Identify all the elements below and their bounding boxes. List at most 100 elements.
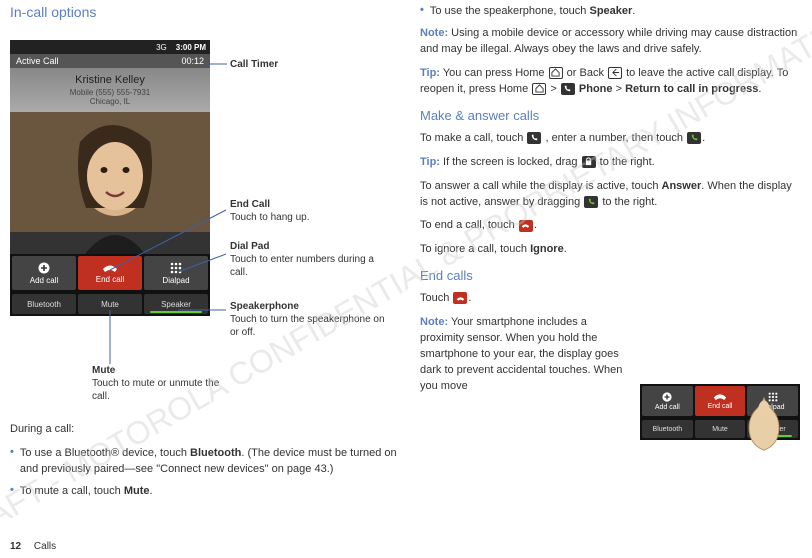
endcalls-dot: . bbox=[468, 292, 471, 304]
mute-text-c: . bbox=[149, 485, 152, 497]
mini-row2: Bluetooth Mute Speaker bbox=[640, 418, 800, 440]
note2-a: Your smartphone includes a proximity sen… bbox=[420, 316, 622, 392]
callout-speaker-desc: Touch to turn the speakerphone on or off… bbox=[230, 313, 390, 339]
status-bar: 3G 3:00 PM bbox=[10, 40, 210, 54]
end-call-label: End call bbox=[96, 275, 124, 284]
tip2b: to the right. bbox=[600, 156, 655, 168]
bullet-bluetooth: • To use a Bluetooth® device, touch Blue… bbox=[10, 446, 400, 478]
end-a: To end a call, touch bbox=[420, 219, 518, 231]
bluetooth-label: Bluetooth bbox=[27, 300, 61, 309]
lock-icon bbox=[582, 156, 596, 168]
hangup-icon bbox=[713, 392, 727, 401]
section-title-incall: In-call options bbox=[10, 4, 400, 20]
sp-text-c: . bbox=[632, 5, 635, 17]
ans-answer: Answer bbox=[662, 180, 702, 192]
tip1a: You can press Home bbox=[440, 67, 548, 79]
during-call-label: During a call: bbox=[10, 422, 400, 438]
note-label: Note: bbox=[420, 27, 448, 39]
bt-text-a: To use a Bluetooth® device, touch bbox=[20, 447, 190, 459]
make-b: , enter a number, then touch bbox=[545, 132, 686, 144]
mute-text-b: Mute bbox=[124, 485, 150, 497]
call-buttons-row1: Add call End call Dialpad bbox=[10, 254, 210, 292]
mute-button[interactable]: Mute bbox=[78, 294, 142, 314]
mini-phone-mockup: Add call End call Dialpad Bluetooth Mute… bbox=[640, 384, 800, 440]
page-footer: 12 Calls bbox=[10, 541, 56, 552]
endcalls-touch: Touch bbox=[420, 292, 452, 304]
note-body: Using a mobile device or accessory while… bbox=[420, 27, 797, 55]
bullet-dot: • bbox=[420, 4, 424, 20]
back-icon bbox=[608, 67, 622, 79]
mini-end-call-label: End call bbox=[708, 403, 733, 410]
dialpad-icon bbox=[768, 392, 778, 402]
bullet-dot: • bbox=[10, 446, 14, 478]
call-timer: 00:12 bbox=[181, 56, 204, 66]
ign-c: . bbox=[564, 243, 567, 255]
mini-mute-label: Mute bbox=[712, 426, 728, 433]
bt-text-b: Bluetooth bbox=[190, 447, 241, 459]
mini-bluetooth-button[interactable]: Bluetooth bbox=[642, 420, 693, 438]
end-icon bbox=[519, 220, 533, 232]
end-b: . bbox=[534, 219, 537, 231]
callout-dialpad-label: Dial Pad bbox=[230, 240, 390, 253]
tip1-phone: Phone bbox=[579, 83, 613, 95]
end-icon bbox=[453, 292, 467, 304]
tip2a: If the screen is locked, drag bbox=[440, 156, 581, 168]
ans-c: to the right. bbox=[602, 196, 657, 208]
bullet-speaker: • To use the speakerphone, touch Speaker… bbox=[420, 4, 800, 20]
plus-icon bbox=[662, 392, 672, 402]
callout-mute-desc: Touch to mute or unmute the call. bbox=[92, 377, 222, 403]
phone-mockup: 3G 3:00 PM Active Call 00:12 Kristine Ke… bbox=[10, 40, 210, 316]
bluetooth-button[interactable]: Bluetooth bbox=[12, 294, 76, 314]
call-buttons-row2: Bluetooth Mute Speaker bbox=[10, 292, 210, 316]
mini-row1: Add call End call Dialpad bbox=[640, 384, 800, 418]
contact-photo bbox=[10, 112, 210, 254]
mini-speaker-label: Speaker bbox=[760, 426, 786, 433]
sp-text-b: Speaker bbox=[589, 5, 632, 17]
plus-icon bbox=[38, 262, 50, 274]
active-call-bar: Active Call 00:12 bbox=[10, 54, 210, 68]
contact-number: Mobile (555) 555-7931 bbox=[10, 88, 210, 97]
contact-city: Chicago, IL bbox=[10, 97, 210, 106]
mini-bluetooth-label: Bluetooth bbox=[653, 426, 683, 433]
contact-card: Kristine Kelley Mobile (555) 555-7931 Ch… bbox=[10, 68, 210, 112]
tip-label: Tip: bbox=[420, 67, 440, 79]
footer-section: Calls bbox=[34, 541, 56, 552]
mute-label: Mute bbox=[101, 300, 119, 309]
mini-speaker-button[interactable]: Speaker bbox=[747, 420, 798, 438]
hangup-icon bbox=[102, 263, 118, 273]
dialpad-button[interactable]: Dialpad bbox=[144, 256, 208, 290]
mini-add-call-button[interactable]: Add call bbox=[642, 386, 693, 416]
ign-a: To ignore a call, touch bbox=[420, 243, 530, 255]
callout-timer-label: Call Timer bbox=[230, 58, 278, 71]
mute-text-a: To mute a call, touch bbox=[20, 485, 124, 497]
tip1-return: Return to call in progress bbox=[625, 83, 758, 95]
speaker-label: Speaker bbox=[161, 300, 191, 309]
mini-end-call-button[interactable]: End call bbox=[695, 386, 746, 416]
ans-a: To answer a call while the display is ac… bbox=[420, 180, 662, 192]
speaker-button[interactable]: Speaker bbox=[144, 294, 208, 314]
mini-dialpad-label: Dialpad bbox=[761, 404, 785, 411]
tip1d: > bbox=[550, 83, 559, 95]
add-call-label: Add call bbox=[30, 276, 58, 285]
status-time: 3:00 PM bbox=[176, 43, 206, 52]
callout-endcall-label: End Call bbox=[230, 198, 390, 211]
mini-mute-button[interactable]: Mute bbox=[695, 420, 746, 438]
active-call-label: Active Call bbox=[16, 56, 59, 66]
sp-text-a: To use the speakerphone, touch bbox=[430, 5, 590, 17]
bullet-mute: • To mute a call, touch Mute. bbox=[10, 484, 400, 500]
contact-name: Kristine Kelley bbox=[10, 74, 210, 86]
note-label: Note: bbox=[420, 316, 448, 328]
home-icon bbox=[549, 67, 563, 79]
bullet-dot: • bbox=[10, 484, 14, 500]
dial-icon bbox=[687, 132, 701, 144]
section-title-make-answer: Make & answer calls bbox=[420, 108, 800, 123]
speaker-indicator bbox=[753, 435, 792, 437]
add-call-button[interactable]: Add call bbox=[12, 256, 76, 290]
cell-3g-icon: 3G bbox=[156, 43, 167, 52]
home-icon bbox=[532, 83, 546, 95]
section-title-endcalls: End calls bbox=[420, 268, 800, 283]
end-call-button[interactable]: End call bbox=[78, 256, 142, 290]
mini-add-call-label: Add call bbox=[655, 404, 680, 411]
mini-dialpad-button[interactable]: Dialpad bbox=[747, 386, 798, 416]
tip1b: or Back bbox=[567, 67, 607, 79]
